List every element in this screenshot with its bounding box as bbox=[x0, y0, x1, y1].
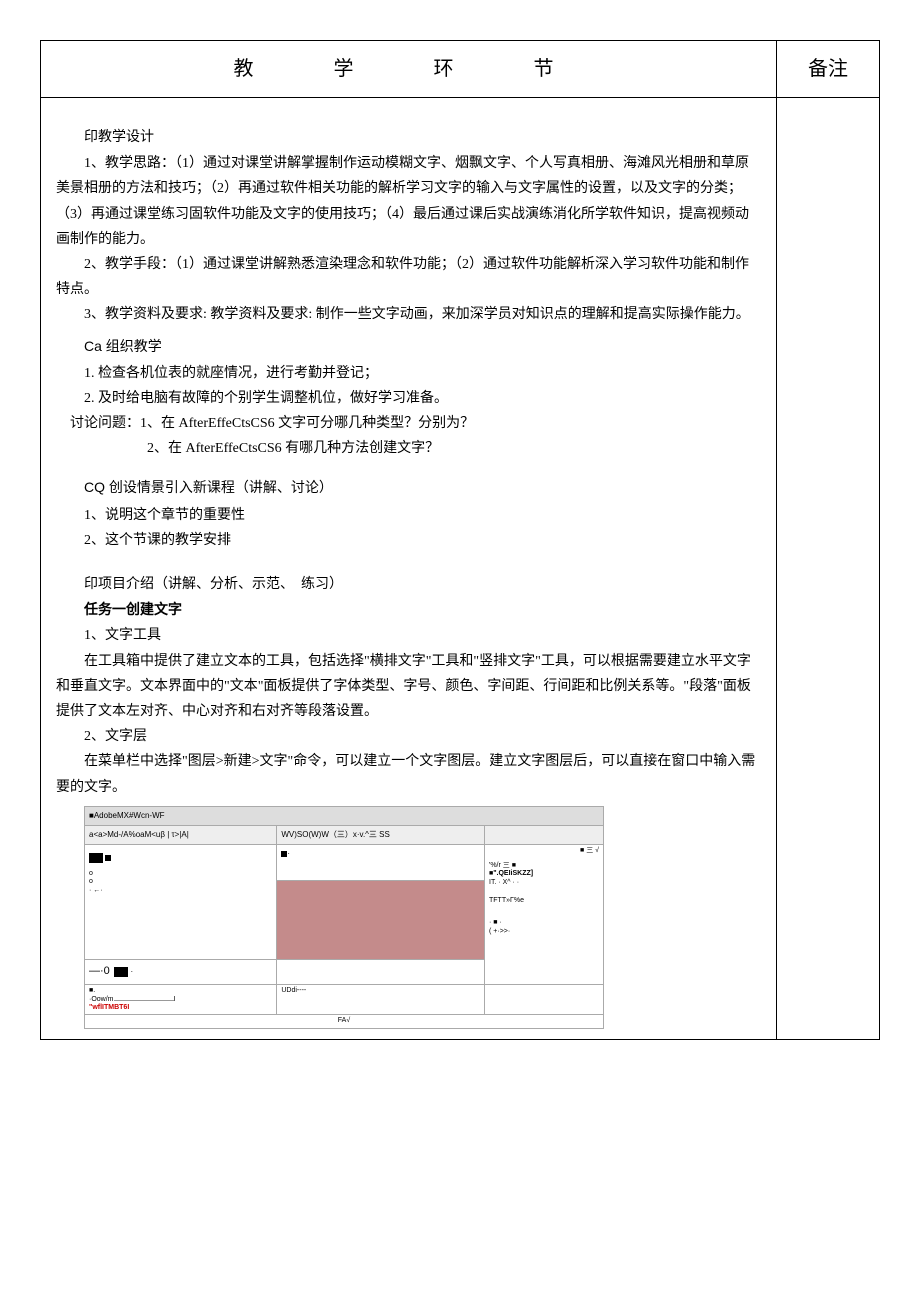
cq-p2: 2、这个节课的教学安排 bbox=[56, 528, 761, 553]
task-p2-body: 在菜单栏中选择"图层>新建>文字"命令，可以建立一个文字图层。建立文字图层后，可… bbox=[56, 749, 761, 799]
footer-left-text: ·Oow/m bbox=[89, 996, 114, 1003]
discuss-q1: 讨论问题：1、在 AfterEffeCtsCS6 文字可分哪几种类型？分别为？ bbox=[56, 411, 761, 436]
small-swatch-icon bbox=[105, 855, 111, 861]
design-p1: 1、教学思路：（1）通过对课堂讲解掌握制作运动模糊文字、烟飘文字、个人写真相册、… bbox=[56, 151, 761, 252]
cq-p1: 1、说明这个章节的重要性 bbox=[56, 503, 761, 528]
shot-side-header bbox=[485, 826, 604, 845]
footer-mid-text: UDdi---- bbox=[281, 987, 480, 995]
shot-footer-side bbox=[485, 985, 604, 1015]
shot-left-bottom: —·0 · bbox=[85, 960, 277, 985]
section-proj-title: 印项目介绍（讲解、分析、示范、 练习） bbox=[56, 571, 761, 596]
discuss-q2: 2、在 AfterEffeCtsCS6 有哪几种方法创建文字？ bbox=[56, 436, 761, 461]
swatch-icon bbox=[89, 853, 103, 863]
content-cell: 印教学设计 1、教学思路：（1）通过对课堂讲解掌握制作运动模糊文字、烟飘文字、个… bbox=[41, 98, 777, 1040]
header-main: 教 学 环 节 bbox=[41, 41, 777, 98]
shot-side-panel: ■ 三 √ '%/r 三 ■ ■".QEIiSKZZ] IT. · X^ · ·… bbox=[485, 845, 604, 985]
section-cq-title: CQ 创设情景引入新课程（讲解、讨论） bbox=[56, 475, 761, 500]
embedded-screenshot: ■AdobeMX#Wcn-WF a<a>Md-/A%oaM<uβ | τ>|A|… bbox=[84, 806, 761, 1029]
section-org-title: Ca 组织教学 bbox=[56, 334, 761, 359]
side-l2: '%/r 三 ■ bbox=[489, 862, 599, 870]
dot-icon bbox=[281, 851, 287, 857]
side-l7: ( +·>>· bbox=[489, 928, 599, 936]
side-l4: IT. · X^ · · bbox=[489, 879, 599, 887]
shot-footer-mid: UDdi---- bbox=[277, 985, 485, 1015]
shot-viewport-bottom bbox=[277, 960, 485, 985]
design-p3: 3、教学资料及要求: 教学资料及要求: 制作一些文字动画，来加深学员对知识点的理… bbox=[56, 302, 761, 327]
swatch-icon-2 bbox=[114, 967, 128, 977]
section-design-title: 印教学设计 bbox=[56, 124, 761, 149]
lesson-plan-table: 教 学 环 节 备注 印教学设计 1、教学思路：（1）通过对课堂讲解掌握制作运动… bbox=[40, 40, 880, 1040]
side-l3: ■".QEIiSKZZ] bbox=[489, 870, 599, 878]
zero-label: —·0 bbox=[89, 965, 110, 977]
shot-footer-left: ■. ·Oow/mI "wflITMBT6I bbox=[85, 985, 277, 1015]
shot-titlebar: ■AdobeMX#Wcn-WF bbox=[85, 806, 604, 825]
org-p2: 2. 及时给电脑有故障的个别学生调整机位，做好学习准备。 bbox=[56, 386, 761, 411]
shot-menubar: a<a>Md-/A%oaM<uβ | τ>|A| bbox=[85, 826, 277, 845]
task-p1-body: 在工具箱中提供了建立文本的工具，包括选择"横排文字"工具和"竖排文字"工具，可以… bbox=[56, 649, 761, 725]
org-p1: 1. 检查各机位表的就座情况，进行考勤并登记； bbox=[56, 361, 761, 386]
note-cell bbox=[777, 98, 880, 1040]
shot-footer-bottom: FA√ bbox=[85, 1015, 604, 1028]
shot-viewport-label: WV)SO(W)W（三）x·v.^三 SS bbox=[277, 826, 485, 845]
header-note: 备注 bbox=[777, 41, 880, 98]
task-p2: 2、文字层 bbox=[56, 724, 761, 749]
task-p1: 1、文字工具 bbox=[56, 623, 761, 648]
header-note-text: 备注 bbox=[808, 58, 848, 80]
shot-left-panel: oo· ←· bbox=[85, 845, 277, 960]
design-p2: 2、教学手段：（1）通过课堂讲解熟悉渲染理念和软件功能；（2）通过软件功能解析深… bbox=[56, 252, 761, 302]
side-l5: TFTT»Γ%e bbox=[489, 897, 599, 905]
shot-canvas bbox=[277, 881, 485, 960]
header-main-text: 教 学 环 节 bbox=[234, 58, 584, 80]
side-l1: ■ 三 √ bbox=[580, 847, 599, 854]
side-l6: · ■ · bbox=[489, 919, 599, 927]
shot-left-text: oo· ←· bbox=[89, 870, 272, 895]
footer-red-text: "wflITMBT6I bbox=[89, 1004, 272, 1012]
shot-viewport-top: · bbox=[277, 845, 485, 881]
task-title: 任务一创建文字 bbox=[56, 598, 761, 623]
